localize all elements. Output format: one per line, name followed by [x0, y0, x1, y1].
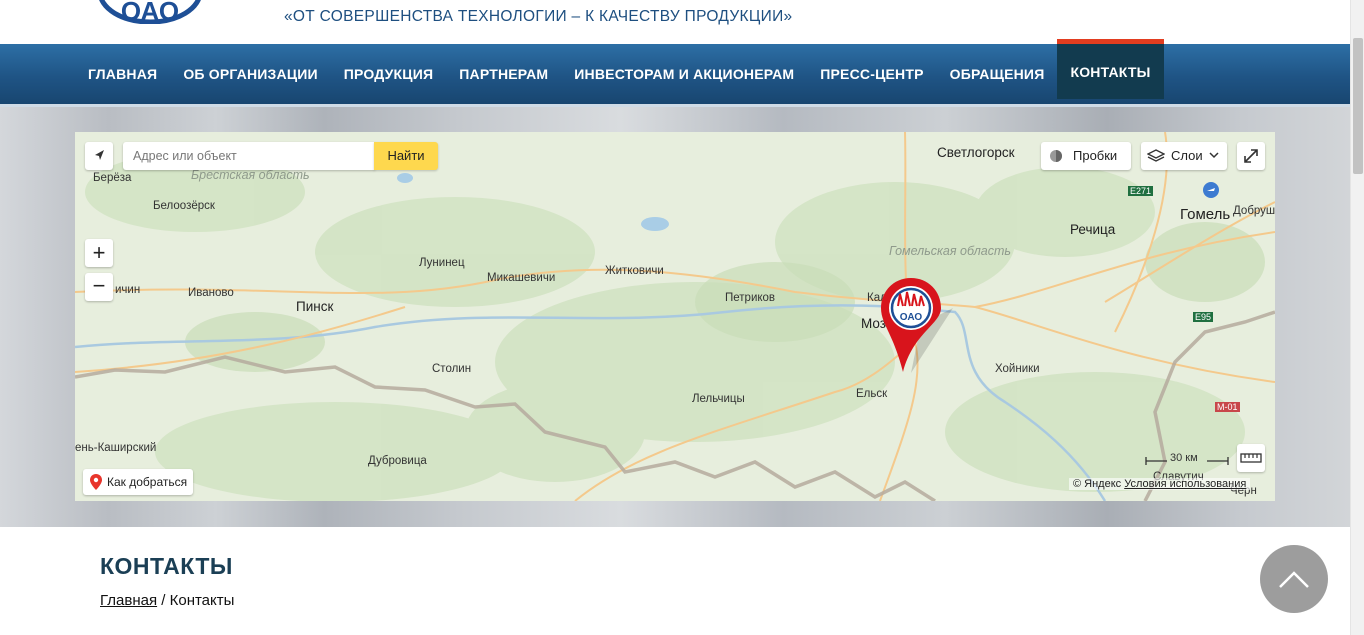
map-pin-icon: [90, 474, 102, 490]
ruler-button[interactable]: [1237, 444, 1265, 472]
page-scrollbar[interactable]: [1350, 0, 1364, 635]
fullscreen-button[interactable]: [1237, 142, 1265, 170]
city-label: Житковичи: [605, 265, 664, 277]
site-header: ОАО «ОТ СОВЕРШЕНСТВА ТЕХНОЛОГИИ – К КАЧЕ…: [0, 0, 1350, 40]
nav-item-partners[interactable]: ПАРТНЕРАМ: [446, 44, 561, 104]
ruler-icon: [1240, 453, 1262, 463]
city-label: Светлогорск: [937, 145, 1015, 160]
city-label: Белоозёрск: [153, 200, 215, 212]
breadcrumb-separator: /: [157, 592, 170, 609]
map-search-button[interactable]: Найти: [374, 142, 438, 170]
city-label: Берёза: [93, 172, 132, 184]
traffic-icon: [1050, 150, 1062, 162]
chevron-up-icon: [1279, 571, 1309, 588]
nav-item-appeals[interactable]: ОБРАЩЕНИЯ: [937, 44, 1058, 104]
scale-label: 30 км: [1170, 452, 1198, 464]
back-to-top-button[interactable]: [1260, 545, 1328, 613]
traffic-button[interactable]: Пробки: [1041, 142, 1131, 170]
city-label: ичин: [115, 284, 141, 296]
map-terrain: [75, 132, 1275, 501]
breadcrumb-home-link[interactable]: Главная: [100, 592, 157, 609]
nav-item-home[interactable]: ГЛАВНАЯ: [75, 44, 170, 104]
city-label: Лунинец: [419, 257, 465, 269]
route-label: Как добраться: [107, 475, 188, 489]
nav-item-contacts[interactable]: КОНТАКТЫ: [1057, 39, 1164, 99]
yandex-map[interactable]: Брестская область Гомельская область Бер…: [75, 132, 1275, 501]
nav-item-press[interactable]: ПРЕСС-ЦЕНТР: [807, 44, 936, 104]
region-label: Гомельская область: [889, 244, 1011, 258]
geolocation-button[interactable]: [85, 142, 113, 170]
nav-item-investors[interactable]: ИНВЕСТОРАМ И АКЦИОНЕРАМ: [561, 44, 807, 104]
traffic-label: Пробки: [1073, 148, 1118, 163]
company-marker-icon[interactable]: ОАО: [881, 278, 955, 378]
nav-item-about[interactable]: ОБ ОРГАНИЗАЦИИ: [170, 44, 330, 104]
city-label: Столин: [432, 363, 472, 375]
main-navigation: ГЛАВНАЯ ОБ ОРГАНИЗАЦИИ ПРОДУКЦИЯ ПАРТНЕР…: [0, 39, 1350, 107]
region-label: Брестская область: [191, 168, 310, 182]
layers-icon: [1147, 149, 1165, 162]
city-label: Речица: [1070, 222, 1116, 237]
road-badge: M-01: [1215, 402, 1240, 412]
chevron-down-icon: [1209, 152, 1219, 159]
city-label: Лельчицы: [692, 393, 745, 405]
city-label: Микашевичи: [487, 272, 556, 284]
page-title: КОНТАКТЫ: [100, 553, 233, 579]
marker-text: ОАО: [900, 312, 923, 323]
zoom-out-button[interactable]: −: [85, 273, 113, 301]
layers-label: Слои: [1171, 148, 1203, 163]
map-copyright: © Яндекс Условия использования: [1069, 478, 1251, 490]
airport-icon: [1203, 182, 1219, 198]
city-label: Гомель: [1180, 206, 1231, 223]
city-label: Добруш: [1233, 205, 1275, 217]
minus-icon: −: [92, 273, 106, 298]
city-label: Ельск: [856, 388, 888, 400]
company-logo[interactable]: ОАО: [96, 0, 204, 24]
plus-icon: +: [92, 240, 106, 265]
location-arrow-icon: [95, 150, 104, 160]
city-label: Хойники: [995, 363, 1040, 375]
road-badge: E271: [1128, 186, 1154, 196]
zoom-in-button[interactable]: +: [85, 239, 113, 267]
city-label: Пинск: [296, 299, 334, 314]
company-slogan: «ОТ СОВЕРШЕНСТВА ТЕХНОЛОГИИ – К КАЧЕСТВУ…: [284, 8, 793, 25]
nav-item-products[interactable]: ПРОДУКЦИЯ: [331, 44, 446, 104]
breadcrumb: Главная / Контакты: [100, 592, 234, 609]
city-label: ень-Каширский: [75, 442, 157, 454]
breadcrumb-current: Контакты: [169, 592, 235, 609]
map-search-input[interactable]: [123, 142, 375, 170]
terms-link[interactable]: Условия использования: [1124, 478, 1246, 490]
scrollbar-thumb[interactable]: [1353, 38, 1363, 174]
route-button[interactable]: Как добраться: [83, 469, 193, 495]
expand-icon: [1244, 149, 1258, 163]
city-label: Иваново: [188, 287, 234, 299]
copyright-text: © Яндекс: [1073, 478, 1122, 490]
city-label: Дубровица: [368, 455, 427, 467]
layers-button[interactable]: Слои: [1141, 142, 1227, 170]
road-badge: E95: [1193, 312, 1214, 322]
city-label: Петриков: [725, 292, 776, 304]
logo-text: ОАО: [121, 0, 179, 24]
